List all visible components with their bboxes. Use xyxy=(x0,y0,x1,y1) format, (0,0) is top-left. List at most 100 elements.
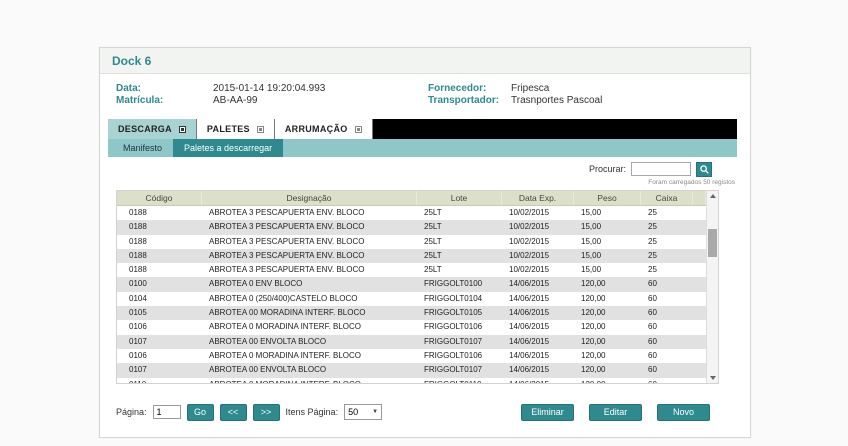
table-row[interactable]: 0188ABROTEA 3 PESCAPUERTA ENV. BLOCO25LT… xyxy=(117,263,706,277)
table-cell: 15,00 xyxy=(574,249,641,263)
pagination: Página: Go << >> Itens Página: 50 ▼ xyxy=(116,404,382,421)
table-cell: 25 xyxy=(641,263,693,277)
table-header: Código Designação Lote Data Exp. Peso Ca… xyxy=(117,191,706,206)
col-lote[interactable]: Lote xyxy=(417,191,502,205)
scroll-up-icon[interactable] xyxy=(707,191,718,201)
table-cell: FRIGGOLT0106 xyxy=(417,349,502,363)
table-cell-spacer xyxy=(693,292,706,306)
fornecedor-value: Fripesca xyxy=(511,83,750,95)
undock-icon[interactable] xyxy=(355,126,362,133)
table-cell-spacer xyxy=(693,277,706,291)
tab-arrumacao-label: ARRUMAÇÃO xyxy=(285,124,348,134)
items-per-page-select[interactable]: 50 ▼ xyxy=(344,404,382,420)
table-cell: 25LT xyxy=(417,220,502,234)
prev-page-button[interactable]: << xyxy=(220,404,247,421)
table-row[interactable]: 0107ABROTEA 00 ENVOLTA BLOCOFRIGGOLT0107… xyxy=(117,335,706,349)
col-caixa[interactable]: Caixa xyxy=(641,191,693,205)
undock-icon[interactable] xyxy=(257,126,264,133)
table-cell: 10/02/2015 xyxy=(502,206,574,220)
col-codigo[interactable]: Código xyxy=(117,191,202,205)
table-cell: 15,00 xyxy=(574,263,641,277)
table-cell: ABROTEA 00 ENVOLTA BLOCO xyxy=(202,363,417,377)
table-row[interactable]: 0188ABROTEA 3 PESCAPUERTA ENV. BLOCO25LT… xyxy=(117,206,706,220)
table-cell-spacer xyxy=(693,249,706,263)
items-per-page-value: 50 xyxy=(348,407,358,417)
search-input[interactable] xyxy=(631,162,691,176)
table-cell: FRIGGOLT0105 xyxy=(417,306,502,320)
col-designacao[interactable]: Designação xyxy=(202,191,417,205)
tab-descarga-label: DESCARGA xyxy=(118,124,172,134)
table-cell: ABROTEA 3 PESCAPUERTA ENV. BLOCO xyxy=(202,220,417,234)
table-cell: 14/06/2015 xyxy=(502,320,574,334)
page-input[interactable] xyxy=(153,405,181,419)
fornecedor-label: Fornecedor: xyxy=(428,83,511,95)
table-row[interactable]: 0106ABROTEA 0 MORADINA INTERF. BLOCOFRIG… xyxy=(117,320,706,334)
table-cell: 14/06/2015 xyxy=(502,378,574,383)
eliminar-button[interactable]: Eliminar xyxy=(521,404,574,421)
table-cell-spacer xyxy=(693,378,706,383)
page-title: Dock 6 xyxy=(100,48,750,74)
table-cell: 10/02/2015 xyxy=(502,263,574,277)
search-label: Procurar: xyxy=(589,164,626,174)
table-cell: 60 xyxy=(641,349,693,363)
table-row[interactable]: 0100ABROTEA 0 ENV BLOCOFRIGGOLT010014/06… xyxy=(117,277,706,291)
table-cell: FRIGGOLT0110 xyxy=(417,378,502,383)
data-value: 2015-01-14 19:20:04.993 xyxy=(213,83,428,95)
table-cell: 60 xyxy=(641,335,693,349)
subtab-manifesto[interactable]: Manifesto xyxy=(112,139,173,157)
table-cell: FRIGGOLT0106 xyxy=(417,320,502,334)
table-cell: ABROTEA 00 ENVOLTA BLOCO xyxy=(202,335,417,349)
table-row[interactable]: 0188ABROTEA 3 PESCAPUERTA ENV. BLOCO25LT… xyxy=(117,220,706,234)
table-cell: FRIGGOLT0104 xyxy=(417,292,502,306)
table-row[interactable]: 0105ABROTEA 00 MORADINA INTERF. BLOCOFRI… xyxy=(117,306,706,320)
table-row[interactable]: 0107ABROTEA 00 ENVOLTA BLOCOFRIGGOLT0107… xyxy=(117,363,706,377)
table-cell-spacer xyxy=(693,220,706,234)
page-label: Página: xyxy=(116,407,147,417)
table-cell: 120,00 xyxy=(574,363,641,377)
table-row[interactable]: 0110ABROTEA 0 MORADINA INTERF. BLOCOFRIG… xyxy=(117,378,706,383)
table-cell: 14/06/2015 xyxy=(502,306,574,320)
table-cell: 120,00 xyxy=(574,335,641,349)
col-data-exp[interactable]: Data Exp. xyxy=(502,191,574,205)
table-row[interactable]: 0104ABROTEA 0 (250/400)CASTELO BLOCOFRIG… xyxy=(117,292,706,306)
table-cell: 25LT xyxy=(417,249,502,263)
table-row[interactable]: 0188ABROTEA 3 PESCAPUERTA ENV. BLOCO25LT… xyxy=(117,249,706,263)
table-cell-spacer xyxy=(693,363,706,377)
go-button[interactable]: Go xyxy=(187,404,214,421)
magnifier-icon xyxy=(700,165,709,174)
table-cell: 14/06/2015 xyxy=(502,292,574,306)
next-page-button[interactable]: >> xyxy=(253,404,280,421)
table-cell: 15,00 xyxy=(574,206,641,220)
tab-descarga[interactable]: DESCARGA xyxy=(108,119,197,139)
table-scrollbar[interactable] xyxy=(706,191,718,383)
table-cell: 0107 xyxy=(117,335,202,349)
scrollbar-thumb[interactable] xyxy=(708,229,717,257)
table-cell: FRIGGOLT0100 xyxy=(417,277,502,291)
scroll-down-icon[interactable] xyxy=(707,373,718,383)
table-cell: 15,00 xyxy=(574,235,641,249)
table-cell: 60 xyxy=(641,363,693,377)
table-cell: 60 xyxy=(641,320,693,334)
action-buttons: Eliminar Editar Novo xyxy=(521,404,737,421)
table-cell-spacer xyxy=(693,320,706,334)
table-cell: ABROTEA 3 PESCAPUERTA ENV. BLOCO xyxy=(202,263,417,277)
tab-arrumacao[interactable]: ARRUMAÇÃO xyxy=(275,119,373,139)
table-row[interactable]: 0188ABROTEA 3 PESCAPUERTA ENV. BLOCO25LT… xyxy=(117,235,706,249)
undock-icon[interactable] xyxy=(179,126,186,133)
table-cell: ABROTEA 0 MORADINA INTERF. BLOCO xyxy=(202,349,417,363)
table-cell: 0107 xyxy=(117,363,202,377)
footer-bar: Página: Go << >> Itens Página: 50 ▼ Elim… xyxy=(116,403,737,421)
tab-paletes[interactable]: PALETES xyxy=(197,119,275,139)
table-cell: 25 xyxy=(641,220,693,234)
subtab-paletes-a-descarregar[interactable]: Paletes a descarregar xyxy=(173,139,283,157)
novo-button[interactable]: Novo xyxy=(657,404,710,421)
editar-button[interactable]: Editar xyxy=(589,404,642,421)
table-cell: 120,00 xyxy=(574,306,641,320)
table-cell: 14/06/2015 xyxy=(502,363,574,377)
table-cell: 120,00 xyxy=(574,320,641,334)
search-button[interactable] xyxy=(696,162,712,177)
table-row[interactable]: 0106ABROTEA 0 MORADINA INTERF. BLOCOFRIG… xyxy=(117,349,706,363)
col-peso[interactable]: Peso xyxy=(574,191,641,205)
table-cell: 120,00 xyxy=(574,292,641,306)
table-cell-spacer xyxy=(693,235,706,249)
